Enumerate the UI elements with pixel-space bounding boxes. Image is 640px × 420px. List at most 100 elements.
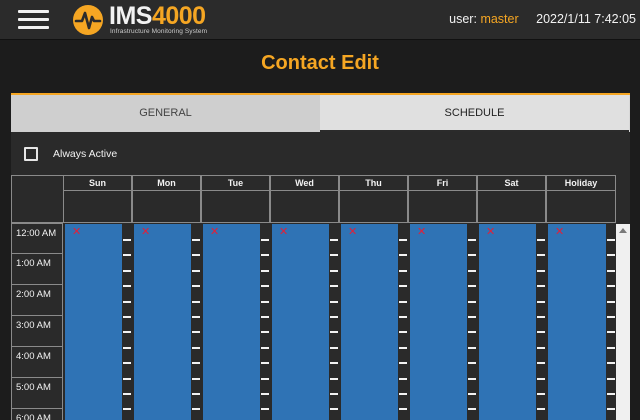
half-hour-tick [123, 300, 131, 303]
half-hour-tick [607, 300, 615, 303]
tab-general[interactable]: GENERAL [11, 95, 320, 132]
always-active-checkbox[interactable] [24, 147, 38, 161]
remove-block-icon[interactable]: ✕ [72, 227, 81, 238]
half-hour-tick [607, 393, 615, 395]
user-label: user: [449, 12, 477, 26]
half-hour-tick [468, 331, 476, 334]
half-hour-tick [399, 331, 407, 334]
half-hour-tick [399, 269, 407, 272]
half-hour-tick [330, 408, 338, 411]
schedule-block-fri[interactable]: ✕ [410, 224, 467, 420]
half-hour-tick [261, 300, 269, 303]
day-subheader-cell [546, 191, 616, 223]
tab-bar: GENERAL SCHEDULE [11, 95, 630, 132]
half-hour-tick [330, 285, 338, 288]
half-hour-tick [123, 393, 131, 395]
remove-block-icon[interactable]: ✕ [486, 227, 495, 238]
half-hour-tick [399, 377, 407, 380]
half-hour-tick [261, 377, 269, 380]
remove-block-icon[interactable]: ✕ [555, 227, 564, 238]
half-hour-tick [192, 285, 200, 288]
half-hour-tick [123, 269, 131, 272]
day-subheader-cell [63, 191, 132, 223]
half-hour-tick [607, 346, 615, 349]
half-hour-tick [261, 285, 269, 288]
half-hour-tick [261, 362, 269, 365]
half-hour-tick [607, 316, 615, 318]
half-hour-tick [192, 239, 200, 241]
half-hour-tick [468, 408, 476, 411]
schedule-scrollbar[interactable] [616, 224, 630, 420]
half-hour-tick [468, 239, 476, 241]
half-hour-tick [537, 408, 545, 411]
menu-icon[interactable] [18, 10, 49, 30]
remove-block-icon[interactable]: ✕ [210, 227, 219, 238]
remove-block-icon[interactable]: ✕ [417, 227, 426, 238]
page-title: Contact Edit [261, 52, 379, 74]
half-hour-tick [330, 300, 338, 303]
time-row-label: 2:00 AM [11, 285, 63, 316]
half-hour-tick [468, 377, 476, 380]
schedule-block-sun[interactable]: ✕ [65, 224, 122, 420]
schedule-block-tue[interactable]: ✕ [203, 224, 260, 420]
day-header-tue: Tue [201, 175, 270, 191]
half-hour-tick [537, 346, 545, 349]
logo: IMS4000 Infrastructure Monitoring System [72, 2, 242, 37]
half-hour-tick [261, 393, 269, 395]
half-hour-tick [192, 393, 200, 395]
day-header-fri: Fri [408, 175, 477, 191]
scroll-up-icon[interactable] [619, 228, 627, 233]
half-hour-tick [192, 316, 200, 318]
day-header-holiday: Holiday [546, 175, 616, 191]
half-hour-tick [537, 254, 545, 257]
time-row-label: 5:00 AM [11, 378, 63, 409]
half-hour-tick [261, 331, 269, 334]
remove-block-icon[interactable]: ✕ [279, 227, 288, 238]
half-hour-tick [537, 239, 545, 241]
half-hour-tick [399, 393, 407, 395]
schedule-block-sat[interactable]: ✕ [479, 224, 536, 420]
pulse-logo-icon [73, 5, 103, 35]
user-name[interactable]: master [480, 12, 518, 26]
half-hour-tick [330, 269, 338, 272]
day-header-mon: Mon [132, 175, 201, 191]
half-hour-tick [330, 377, 338, 380]
half-hour-tick [192, 362, 200, 365]
schedule-block-wed[interactable]: ✕ [272, 224, 329, 420]
day-subheader-cell [477, 191, 546, 223]
half-hour-tick [607, 377, 615, 380]
half-hour-tick [330, 346, 338, 349]
half-hour-tick [123, 362, 131, 365]
half-hour-tick [330, 254, 338, 257]
remove-block-icon[interactable]: ✕ [141, 227, 150, 238]
half-hour-tick [537, 316, 545, 318]
half-hour-tick [607, 408, 615, 411]
half-hour-tick [123, 346, 131, 349]
half-hour-tick [192, 346, 200, 349]
half-hour-tick [261, 346, 269, 349]
half-hour-tick [468, 269, 476, 272]
half-hour-tick [123, 285, 131, 288]
half-hour-tick [123, 239, 131, 241]
always-active-label: Always Active [53, 148, 118, 160]
schedule-block-mon[interactable]: ✕ [134, 224, 191, 420]
half-hour-tick [607, 254, 615, 257]
half-hour-tick [261, 239, 269, 241]
half-hour-tick [399, 316, 407, 318]
day-header-sat: Sat [477, 175, 546, 191]
half-hour-tick [330, 362, 338, 365]
schedule-block-holiday[interactable]: ✕ [548, 224, 606, 420]
half-hour-tick [607, 239, 615, 241]
half-hour-tick [123, 316, 131, 318]
half-hour-tick [537, 377, 545, 380]
schedule-block-thu[interactable]: ✕ [341, 224, 398, 420]
half-hour-tick [537, 362, 545, 365]
half-hour-tick [192, 254, 200, 257]
half-hour-tick [192, 300, 200, 303]
tab-schedule[interactable]: SCHEDULE [320, 95, 629, 132]
day-subheader-cell [270, 191, 339, 223]
half-hour-tick [468, 254, 476, 257]
half-hour-tick [261, 254, 269, 257]
remove-block-icon[interactable]: ✕ [348, 227, 357, 238]
half-hour-tick [537, 269, 545, 272]
